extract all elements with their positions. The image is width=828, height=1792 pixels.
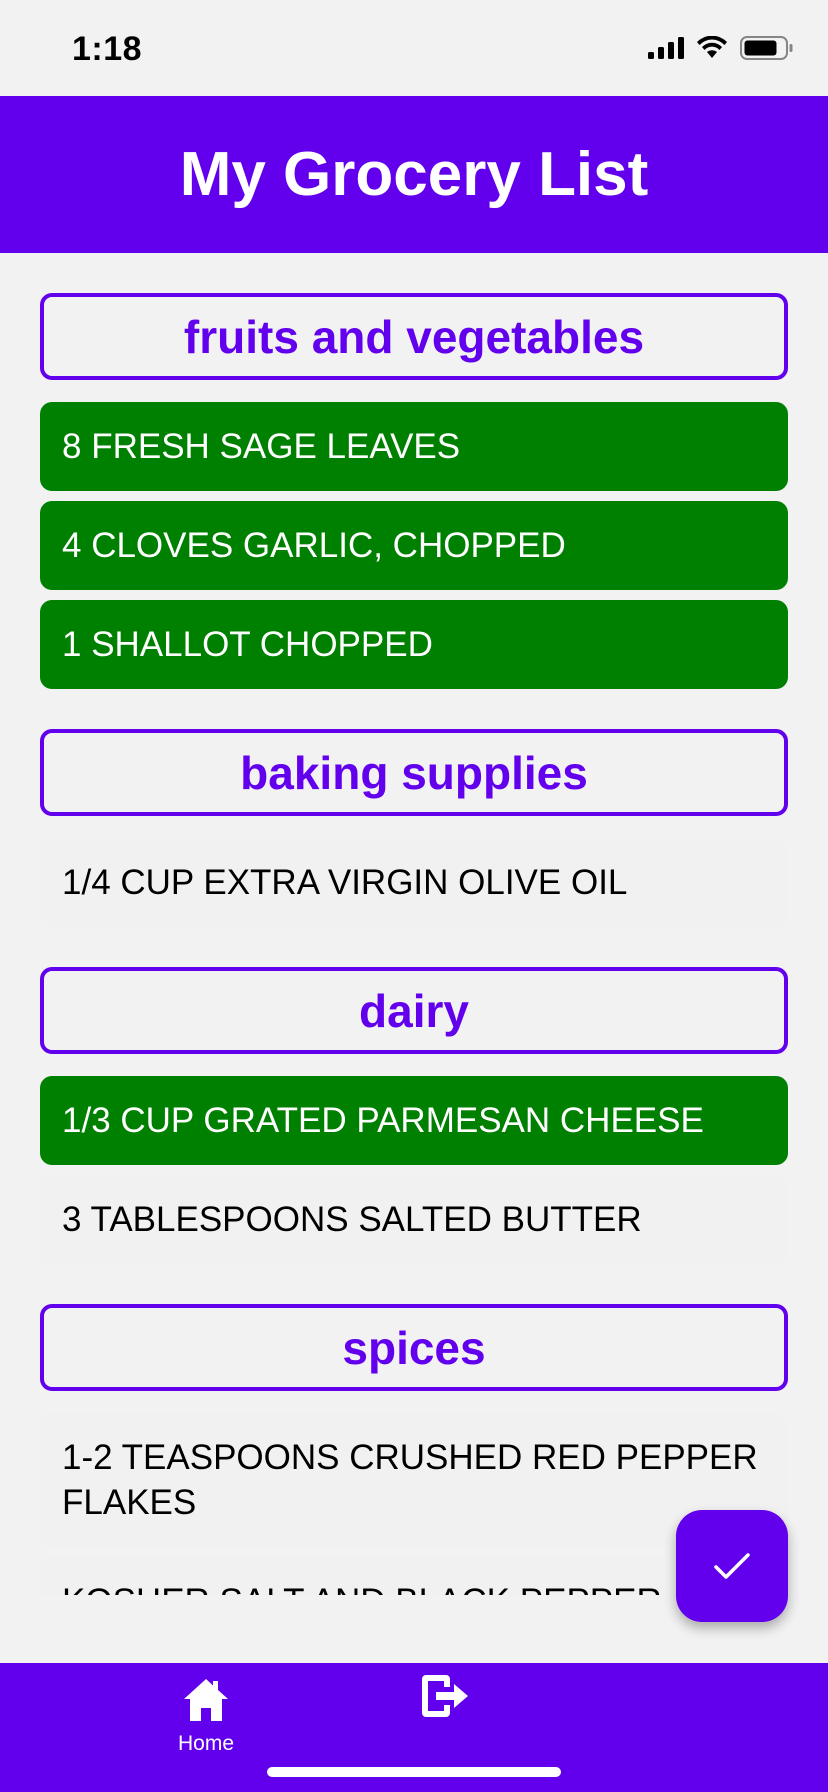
section-fruits-and-vegetables: fruits and vegetables 8 fresh sage leave… — [40, 293, 788, 689]
status-bar: 1:18 — [0, 0, 828, 96]
section-header: spices — [40, 1304, 788, 1391]
app-header: My Grocery List — [0, 96, 828, 253]
grocery-item[interactable]: 3 tablespoons salted butter — [40, 1175, 788, 1264]
section-header: dairy — [40, 967, 788, 1054]
section-baking-supplies: baking supplies 1/4 cup extra virgin oli… — [40, 729, 788, 927]
grocery-item[interactable]: 1 shallot chopped — [40, 600, 788, 689]
logout-icon — [422, 1675, 468, 1717]
grocery-item[interactable]: 1/3 cup grated parmesan cheese — [40, 1076, 788, 1165]
grocery-item[interactable]: 4 cloves garlic, chopped — [40, 501, 788, 590]
page-title: My Grocery List — [179, 140, 649, 209]
section-dairy: dairy 1/3 cup grated parmesan cheese 3 t… — [40, 967, 788, 1264]
wifi-icon — [697, 36, 727, 58]
confirm-button[interactable] — [676, 1510, 788, 1622]
nav-home-label: Home — [177, 1732, 235, 1755]
home-indicator — [267, 1767, 561, 1777]
grocery-item[interactable]: 1/4 cup extra virgin olive oil — [40, 838, 788, 927]
grocery-item[interactable]: 1-2 teaspoons crushed red pepper flakes — [40, 1413, 788, 1547]
section-header: fruits and vegetables — [40, 293, 788, 380]
checkmark-icon — [714, 1553, 750, 1579]
home-icon — [184, 1679, 228, 1721]
logout-button[interactable] — [418, 1673, 470, 1724]
battery-icon — [740, 36, 793, 60]
section-header: baking supplies — [40, 729, 788, 816]
grocery-list[interactable]: fruits and vegetables 8 fresh sage leave… — [0, 253, 828, 1595]
status-icons — [648, 36, 794, 60]
grocery-item[interactable]: 8 fresh sage leaves — [40, 402, 788, 491]
signal-icon — [648, 37, 684, 59]
nav-home-button[interactable]: Home — [160, 1677, 252, 1756]
status-time: 1:18 — [72, 30, 143, 68]
